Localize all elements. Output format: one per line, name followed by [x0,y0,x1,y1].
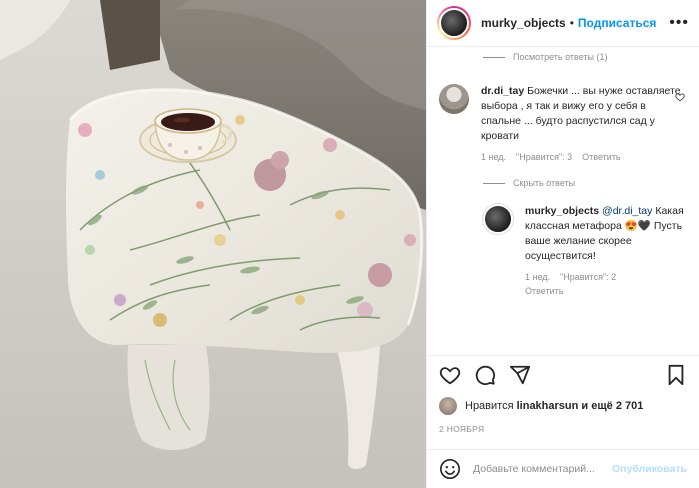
comment-item: dr.di_tay Божечки ... вы нуже оставляете… [439,84,687,162]
comment-username[interactable]: dr.di_tay [481,85,524,97]
header-separator: • [569,16,574,30]
hide-replies-label: Скрыть ответы [513,178,576,188]
liker-avatar[interactable] [439,397,457,415]
reply-emoji: 😍🖤 [624,220,651,232]
post-photo [0,0,426,488]
post-side-panel: murky_objects • Подписаться ••• Посмотре… [426,0,699,488]
publish-button[interactable]: Опубликовать [612,463,687,475]
likes-prefix: Нравится [465,400,514,412]
reply-time[interactable]: 1 нед. [525,272,550,282]
reply-reply-button[interactable]: Ответить [525,286,687,296]
more-options-icon[interactable]: ••• [669,14,689,32]
bookmark-save-icon[interactable] [665,364,687,386]
emoji-smiley-icon[interactable] [439,458,461,480]
share-send-icon[interactable] [509,364,531,386]
reply-line-divider [483,182,505,184]
author-avatar[interactable] [437,6,471,40]
reply-likes-count[interactable]: "Нравится": 2 [560,272,616,282]
likes-summary: Нравится linakharsun и ещё 2 701 [439,397,643,415]
hide-replies-toggle[interactable]: Скрыть ответы [483,178,687,188]
reply-item: murky_objects @dr.di_tay Какая классная … [483,204,687,296]
like-heart-icon[interactable] [439,364,461,386]
reply-line-divider [483,56,505,58]
comment-text: dr.di_tay Божечки ... вы нуже оставляете… [481,84,687,144]
post-actions-bar [427,355,699,393]
view-replies-label: Посмотреть ответы (1) [513,52,608,62]
comment-time[interactable]: 1 нед. [481,152,506,162]
post-image[interactable] [0,0,426,488]
comment-body: dr.di_tay Божечки ... вы нуже оставляете… [481,84,687,162]
reply-author-avatar[interactable] [483,204,513,234]
author-username[interactable]: murky_objects [481,16,566,30]
comments-list[interactable]: Посмотреть ответы (1) dr.di_tay Божечки … [427,47,699,355]
reply-username[interactable]: murky_objects [525,205,599,217]
likes-count[interactable]: и ещё 2 701 [581,400,643,412]
add-comment-bar: Опубликовать [427,449,699,488]
comment-meta: 1 нед. "Нравится": 3 Ответить [481,152,687,162]
comment-likes-count[interactable]: "Нравится": 3 [516,152,572,162]
comment-bubble-icon[interactable] [474,364,496,386]
comment-input[interactable] [473,463,613,475]
reply-body: murky_objects @dr.di_tay Какая классная … [525,204,687,296]
reply-mention[interactable]: @dr.di_tay [602,205,652,217]
comment-like-heart-icon[interactable] [675,92,685,102]
reply-meta: 1 нед. "Нравится": 2 Ответить [525,272,687,296]
reply-button[interactable]: Ответить [582,152,620,162]
post-header: murky_objects • Подписаться ••• [427,0,699,47]
view-replies-toggle[interactable]: Посмотреть ответы (1) [483,52,687,62]
post-date[interactable]: 2 НОЯБРЯ [439,424,484,434]
reply-text: murky_objects @dr.di_tay Какая классная … [525,204,687,264]
liker-username[interactable]: linakharsun [517,400,579,412]
follow-button[interactable]: Подписаться [578,16,656,30]
commenter-avatar[interactable] [439,84,469,114]
